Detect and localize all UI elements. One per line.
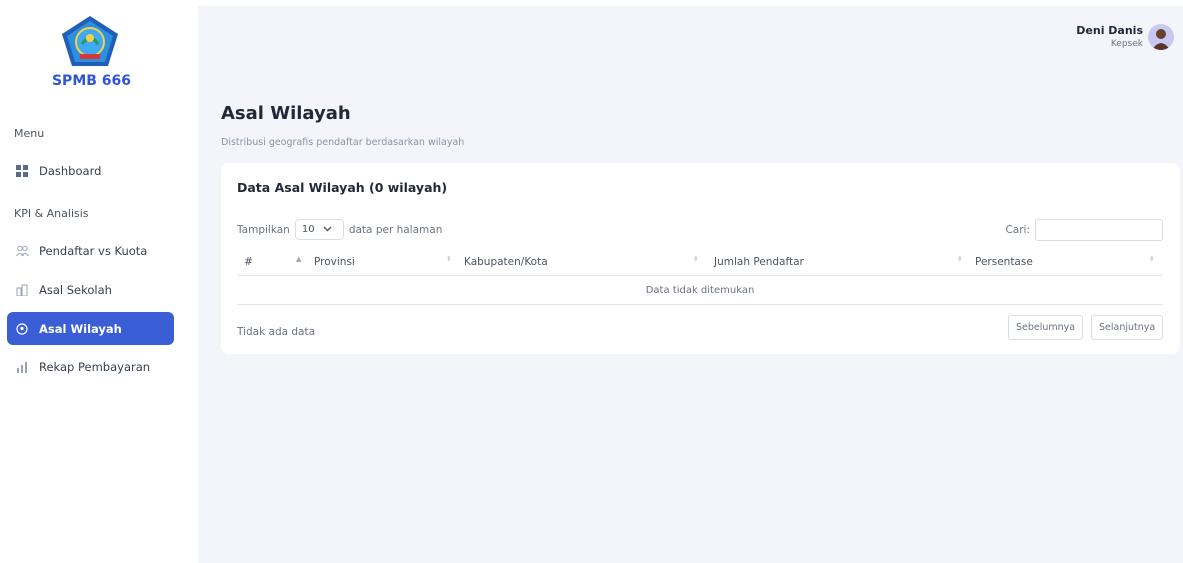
search-input[interactable] (1035, 219, 1163, 241)
sort-icon: ⬍ (446, 255, 452, 263)
page-title: Asal Wilayah (221, 103, 351, 124)
length-prefix: Tampilkan (237, 223, 290, 236)
chevron-down-icon (323, 225, 332, 235)
school-logo[interactable] (58, 14, 122, 68)
empty-table-row: Data tidak ditemukan (237, 276, 1163, 305)
grid-icon (15, 164, 29, 178)
sidebar-item-asal-wilayah[interactable]: Asal Wilayah (7, 312, 174, 345)
column-header-number[interactable]: # (244, 248, 253, 276)
user-role: Kepsek (1110, 39, 1143, 49)
table-header: # ▲ Provinsi ⬍ Kabupaten/Kota ⬍ Jumlah P… (237, 248, 1163, 276)
page-length-select[interactable]: 10 (294, 219, 344, 240)
user-name: Deni Danis (1076, 24, 1143, 37)
main-content: Deni Danis Kepsek Asal Wilayah Distribus… (198, 6, 1183, 563)
sort-asc-icon: ▲ (296, 255, 302, 263)
location-pin-icon (15, 322, 29, 336)
next-page-button[interactable]: Selanjutnya (1091, 315, 1164, 340)
sidebar-item-pendaftar-vs-kuota[interactable]: Pendaftar vs Kuota (7, 234, 174, 267)
brand-name: SPMB 666 (51, 73, 132, 89)
page-subtitle: Distribusi geografis pendaftar berdasark… (221, 137, 465, 148)
table-info: Tidak ada data (237, 326, 316, 338)
sidebar-item-label: Dashboard (39, 163, 102, 178)
card-title: Data Asal Wilayah (0 wilayah) (237, 180, 448, 195)
users-icon (15, 244, 29, 258)
building-icon (15, 283, 29, 297)
length-suffix: data per halaman (348, 223, 443, 236)
sidebar-item-dashboard[interactable]: Dashboard (7, 154, 174, 187)
bar-chart-icon (15, 360, 29, 374)
sidebar: SPMB 666 Menu Dashboard KPI & Analisis P… (0, 0, 198, 563)
sidebar-item-rekap-pembayaran[interactable]: Rekap Pembayaran (7, 350, 174, 383)
column-header-persentase[interactable]: Persentase (975, 248, 1033, 276)
sidebar-item-label: Pendaftar vs Kuota (39, 243, 148, 258)
column-header-kabupaten-kota[interactable]: Kabupaten/Kota (464, 248, 548, 276)
sidebar-item-asal-sekolah[interactable]: Asal Sekolah (7, 273, 174, 306)
page-length-value: 10 (301, 224, 315, 235)
page-length-control: Tampilkan 10 data per halaman (237, 219, 442, 240)
user-info[interactable]: Deni Danis Kepsek (1076, 24, 1143, 49)
sidebar-item-label: Asal Sekolah (39, 282, 112, 297)
sort-icon: ⬍ (693, 255, 699, 263)
kpi-section-label: KPI & Analisis (14, 207, 89, 220)
sidebar-item-label: Asal Wilayah (39, 321, 122, 336)
previous-page-button[interactable]: Sebelumnya (1008, 315, 1084, 340)
search-label: Cari: (1005, 224, 1030, 236)
column-header-jumlah-pendaftar[interactable]: Jumlah Pendaftar (714, 248, 804, 276)
sidebar-item-label: Rekap Pembayaran (39, 359, 151, 374)
data-card: Data Asal Wilayah (0 wilayah) Tampilkan … (221, 163, 1180, 354)
sort-icon: ⬍ (1149, 255, 1155, 263)
column-header-provinsi[interactable]: Provinsi (314, 248, 355, 276)
search-control: Cari: (1005, 219, 1163, 241)
avatar[interactable] (1148, 24, 1174, 50)
menu-section-label: Menu (14, 127, 45, 140)
sort-icon: ⬍ (957, 255, 963, 263)
